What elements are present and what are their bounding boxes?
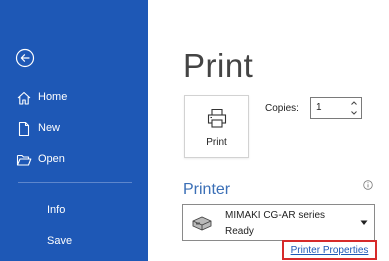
spin-down-icon[interactable] [348, 108, 360, 118]
sidebar-item-label: Home [38, 91, 68, 103]
sidebar-item-label: Open [38, 153, 65, 165]
printer-properties-link[interactable]: Printer Properties [282, 240, 377, 260]
sidebar-item-label: Save [47, 235, 73, 247]
copies-label: Copies: [265, 103, 299, 114]
sidebar-item-home[interactable]: Home [0, 85, 148, 111]
sidebar-item-open[interactable]: Open [0, 147, 148, 173]
sidebar-item-label: Info [47, 204, 66, 216]
sidebar-item-label: New [38, 122, 61, 134]
print-button-label: Print [206, 137, 227, 148]
sidebar-item-new[interactable]: New [0, 116, 148, 142]
back-arrow-icon[interactable] [15, 48, 35, 68]
sidebar-item-info[interactable]: Info [0, 198, 148, 224]
printer-dropdown[interactable]: MIMAKI CG-AR series Ready [182, 204, 375, 241]
printer-name: MIMAKI CG-AR series [225, 210, 326, 221]
printer-icon [207, 108, 227, 128]
chevron-down-icon [360, 220, 368, 225]
print-button[interactable]: Print [184, 95, 249, 158]
sidebar-divider [18, 182, 132, 183]
backstage-sidebar: Home New Open Info Save [0, 0, 148, 261]
print-panel: Print Print Copies: 1 Printer MIMAKI CG-… [148, 0, 389, 261]
home-icon [17, 91, 31, 105]
sidebar-item-save[interactable]: Save [0, 229, 148, 255]
printer-status: Ready [225, 226, 254, 237]
folder-open-icon [16, 154, 32, 166]
copies-stepper[interactable]: 1 [310, 97, 362, 119]
spin-up-icon[interactable] [348, 98, 360, 108]
printer-section-title: Printer [183, 181, 231, 198]
printer-device-icon [192, 216, 212, 231]
info-icon[interactable] [363, 180, 373, 190]
new-document-icon [18, 121, 30, 137]
copies-value: 1 [316, 102, 322, 113]
page-title: Print [183, 47, 254, 84]
